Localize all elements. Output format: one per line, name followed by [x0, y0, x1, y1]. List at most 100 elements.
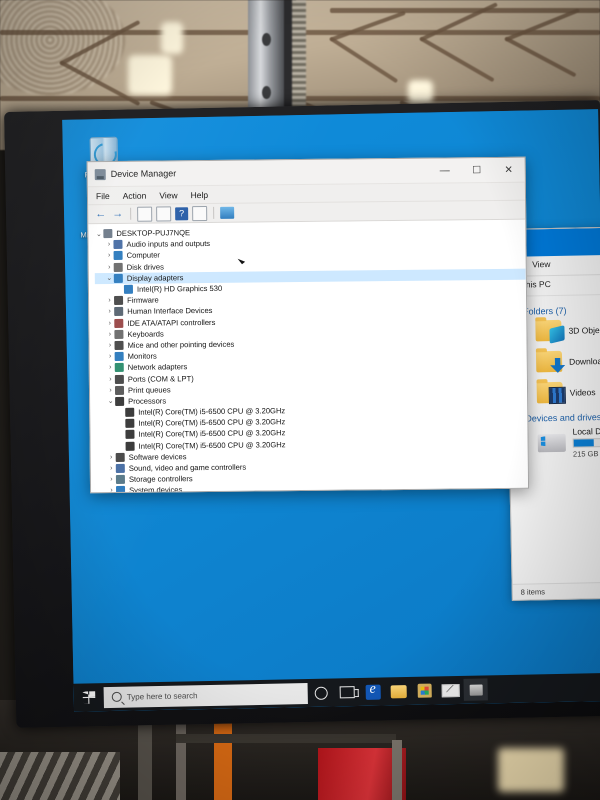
tree-item-label: Network adapters — [127, 362, 188, 373]
drive-icon — [537, 433, 566, 453]
explorer-item-videos[interactable]: Videos — [536, 379, 600, 405]
device-manager-icon — [94, 168, 106, 180]
chevron-right-icon[interactable]: › — [104, 241, 113, 248]
search-icon — [111, 691, 122, 702]
chevron-right-icon[interactable]: › — [105, 264, 114, 271]
menu-action[interactable]: Action — [123, 190, 147, 200]
taskbar-microsoft-store[interactable] — [411, 676, 438, 705]
processor-icon — [125, 407, 135, 417]
maximize-button[interactable]: ☐ — [461, 158, 493, 182]
explorer-item-label: Videos — [569, 386, 596, 398]
explorer-item-label: Downloa — [569, 355, 600, 367]
processor-icon — [125, 419, 135, 429]
tree-item-label: Audio inputs and outputs — [126, 239, 211, 250]
chevron-right-icon[interactable]: › — [105, 308, 114, 315]
chevron-right-icon[interactable]: › — [105, 320, 114, 327]
tree-item-label: Computer — [126, 250, 160, 261]
task-view-icon — [339, 686, 355, 699]
display-icon — [113, 273, 123, 283]
tree-item-label: DESKTOP-PUJ7NQE — [116, 228, 191, 239]
tree-item-label: Processors — [128, 396, 167, 406]
device-manager-window[interactable]: Device Manager — ☐ ✕ File Action View He… — [86, 156, 530, 494]
search-input[interactable]: Type here to search — [103, 682, 308, 708]
tree-item-label: Intel(R) Core(TM) i5-6500 CPU @ 3.20GHz — [138, 428, 286, 440]
tree-item-label: Intel(R) Core(TM) i5-6500 CPU @ 3.20GHz — [138, 417, 286, 429]
monitor-screen: Recycle Bin Microsoft Edge PC View This … — [62, 109, 600, 712]
tree-item-label: IDE ATA/ATAPI controllers — [127, 317, 216, 328]
sound-icon — [115, 463, 125, 473]
explorer-group-devices-and-drives[interactable]: Devices and drives — [525, 410, 600, 424]
menu-view[interactable]: View — [159, 190, 177, 200]
display-icon — [123, 284, 133, 294]
monitor-icon — [114, 352, 124, 362]
tree-item-label: Sound, video and game controllers — [128, 462, 247, 473]
ide-icon — [114, 318, 124, 328]
chevron-right-icon[interactable]: › — [107, 454, 116, 461]
chevron-right-icon[interactable]: › — [107, 465, 116, 472]
menu-help[interactable]: Help — [191, 189, 209, 199]
taskbar-file-explorer[interactable] — [385, 677, 412, 706]
tree-item-label: Monitors — [127, 351, 157, 361]
task-view-button[interactable] — [333, 678, 360, 707]
explorer-group-folders[interactable]: Folders (7) — [523, 303, 600, 317]
close-button[interactable]: ✕ — [493, 158, 525, 182]
computer-monitor: Recycle Bin Microsoft Edge PC View This … — [4, 100, 600, 730]
keyboard-icon — [114, 329, 124, 339]
drive-label: Local Disk ( — [572, 425, 600, 437]
processor-icon — [115, 396, 125, 406]
hid-icon — [114, 307, 124, 317]
help-button[interactable]: ? — [175, 206, 189, 220]
tree-item-label: Display adapters — [126, 273, 184, 283]
chevron-right-icon[interactable]: › — [106, 375, 115, 383]
minimize-button[interactable]: — — [429, 158, 461, 182]
windows-logo-icon — [82, 691, 95, 704]
chevron-right-icon[interactable]: › — [105, 252, 114, 259]
folder-3d-objects-icon — [535, 319, 565, 344]
show-hidden-devices-button[interactable] — [192, 205, 208, 221]
scan-hardware-button[interactable] — [220, 206, 235, 219]
chevron-down-icon[interactable]: ⌄ — [106, 397, 115, 405]
software-icon — [115, 452, 125, 462]
computer-icon — [113, 251, 123, 261]
chevron-right-icon[interactable]: › — [106, 387, 115, 394]
cortana-button[interactable] — [307, 679, 334, 708]
toolbar-separator — [130, 207, 132, 220]
toolbar-separator — [213, 206, 215, 219]
menu-file[interactable]: File — [96, 191, 110, 201]
circle-icon — [314, 686, 328, 700]
tree-item-label: Ports (COM & LPT) — [127, 373, 194, 384]
taskbar-device-manager[interactable] — [463, 678, 488, 701]
tree-item-label: Intel(R) Core(TM) i5-6500 CPU @ 3.20GHz — [138, 406, 286, 417]
chevron-down-icon[interactable]: ⌄ — [94, 230, 103, 238]
start-button[interactable] — [73, 683, 104, 712]
chevron-right-icon[interactable]: › — [105, 297, 114, 304]
forward-button[interactable]: → — [111, 207, 124, 220]
chevron-right-icon[interactable]: › — [106, 364, 115, 371]
tree-item-label: Print queues — [127, 385, 171, 395]
chevron-right-icon[interactable]: › — [106, 342, 115, 349]
network-icon — [114, 363, 124, 373]
taskbar-mail[interactable] — [437, 676, 464, 705]
disk-icon — [113, 262, 123, 272]
explorer-item-downloads[interactable]: Downloa — [535, 348, 600, 373]
mouse-icon — [114, 340, 124, 350]
update-driver-button[interactable] — [156, 205, 172, 222]
processor-icon — [125, 430, 135, 440]
tree-item-label: Intel(R) Core(TM) i5-6500 CPU @ 3.20GHz — [138, 439, 286, 451]
folder-icon — [390, 684, 407, 698]
chevron-down-icon[interactable]: ⌄ — [105, 274, 114, 282]
tree-item-label: Mice and other pointing devices — [127, 339, 235, 350]
chevron-right-icon[interactable]: › — [107, 476, 116, 483]
explorer-status-bar: 8 items — [512, 579, 600, 600]
chevron-right-icon[interactable]: › — [105, 331, 114, 338]
properties-button[interactable] — [137, 206, 153, 222]
explorer-item-3d-objects[interactable]: 3D Objec — [535, 317, 600, 344]
taskbar-edge[interactable] — [359, 677, 386, 706]
drive-free-space: 215 GB free — [572, 449, 600, 459]
chevron-right-icon[interactable]: › — [106, 353, 115, 360]
explorer-item-local-disk[interactable]: Local Disk ( 215 GB free — [537, 424, 600, 460]
device-manager-icon — [469, 684, 483, 696]
microsoft-edge-icon — [365, 684, 381, 700]
back-button[interactable]: ← — [94, 208, 107, 221]
device-tree[interactable]: ⌄ DESKTOP-PUJ7NQE › Audio inputs and output… — [88, 219, 529, 494]
